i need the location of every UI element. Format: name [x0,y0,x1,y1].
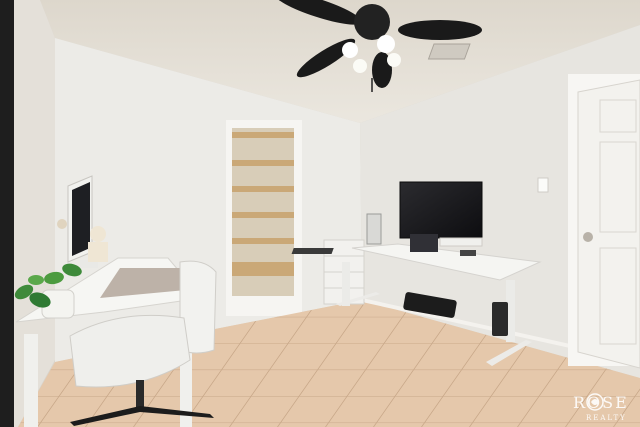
bedroom-door [577,79,640,369]
fan-light-bulb [353,59,367,73]
door-knob [583,232,593,242]
ceiling-vent [427,43,471,60]
left-door-edge [0,0,14,427]
light-switch [537,177,549,193]
room-photo: ROSE REALTY [0,0,640,427]
laptop [410,234,438,252]
coffee-maker [366,213,382,245]
watermark-brand: ROSE [573,393,629,412]
desk-speaker [460,250,476,256]
watermark-sub: REALTY [586,414,627,422]
keyboard [291,248,334,254]
monitor-stand-shelf [439,237,483,247]
fan-light-bulb [387,53,401,67]
fan-light-bulb [342,42,358,58]
fan-light-bulb [377,35,395,53]
trash-can [492,302,508,336]
